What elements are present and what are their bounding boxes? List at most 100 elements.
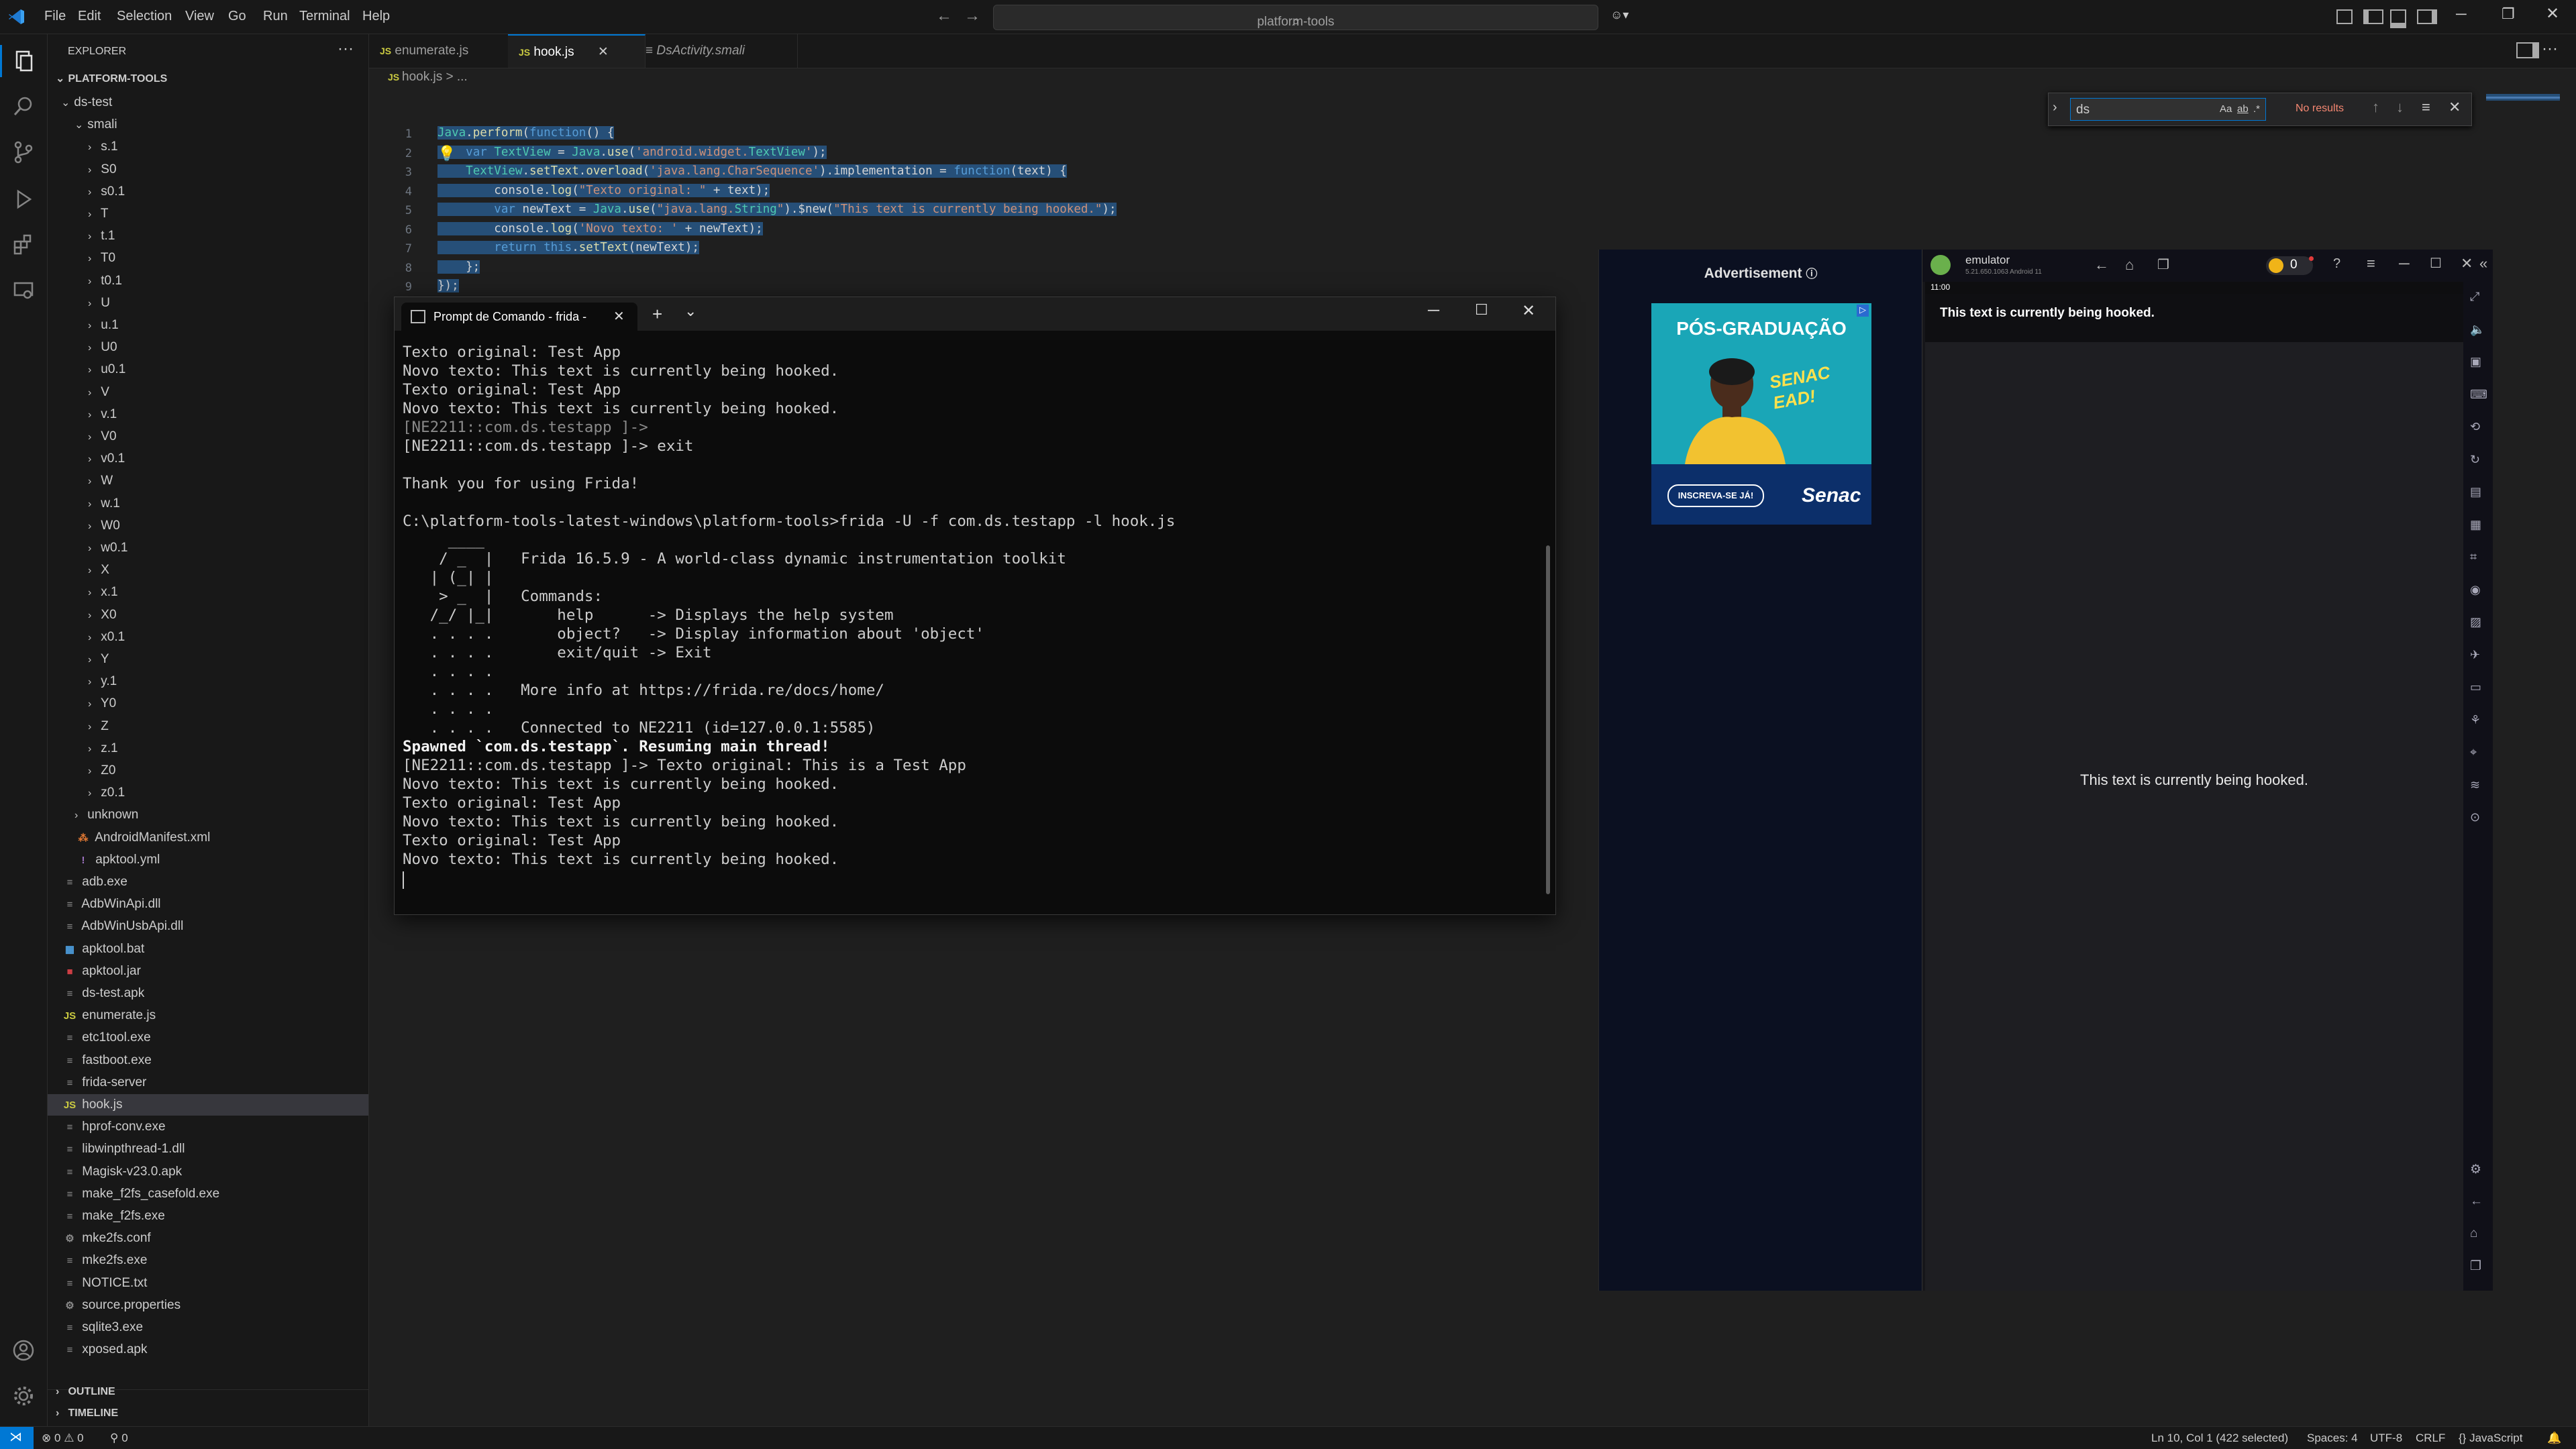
file-item[interactable]: ≡ sqlite3.exe (48, 1317, 368, 1338)
file-item[interactable]: ≡ ds-test.apk (48, 983, 368, 1004)
layout-controls-icon[interactable] (2336, 9, 2353, 24)
back-arrow-icon[interactable]: ← (936, 7, 952, 25)
folder-item[interactable]: › U0 (48, 337, 368, 358)
settings-gear-icon[interactable] (10, 1383, 37, 1409)
ad-banner[interactable]: ▷ PÓS-GRADUAÇÃO SENAC EAD! INSCREVA-SE J… (1651, 303, 1871, 525)
recent-apps-icon[interactable]: ❐ (2470, 1258, 2481, 1274)
folder-item[interactable]: › Z0 (48, 760, 368, 782)
file-item[interactable]: ⚙ source.properties (48, 1295, 368, 1316)
folder-item[interactable]: › Y (48, 649, 368, 670)
more-actions-icon[interactable]: ··· (338, 40, 354, 58)
tab-close-icon[interactable]: ✕ (598, 45, 609, 59)
tab-dropdown-icon[interactable]: ⌄ (684, 303, 697, 320)
folder-item[interactable]: › u0.1 (48, 359, 368, 380)
editor-more-icon[interactable]: ··· (2542, 40, 2558, 58)
install-apk-icon[interactable]: ▤ (2470, 485, 2481, 499)
cursor-position[interactable]: Ln 10, Col 1 (422 selected) (2151, 1432, 2288, 1445)
ports-indicator[interactable]: ⚲ 0 (110, 1432, 128, 1445)
close-find-icon[interactable]: ✕ (2449, 99, 2461, 116)
lightbulb-icon[interactable]: 💡 (437, 145, 456, 162)
folder-item[interactable]: › unknown (48, 804, 368, 826)
file-item[interactable]: JS hook.js (48, 1094, 368, 1116)
folder-item[interactable]: › Y0 (48, 693, 368, 714)
home-icon[interactable]: ⌂ (2125, 256, 2134, 274)
remote-explorer-icon[interactable] (10, 277, 37, 304)
extensions-icon[interactable] (10, 231, 37, 258)
toggle-panel-icon[interactable] (2390, 9, 2406, 28)
file-item[interactable]: ≡ etc1tool.exe (48, 1027, 368, 1049)
settings-icon[interactable]: ⚙ (2470, 1162, 2481, 1177)
back-icon[interactable]: ← (2094, 256, 2109, 274)
folder-item[interactable]: › u.1 (48, 315, 368, 336)
file-item[interactable]: ≡ fastboot.exe (48, 1050, 368, 1071)
ad-choices-icon[interactable]: ▷ (1857, 305, 1869, 317)
folder-item[interactable]: › T (48, 203, 368, 225)
remote-indicator[interactable]: ⋊ (0, 1427, 34, 1449)
indentation[interactable]: Spaces: 4 (2307, 1432, 2358, 1445)
regex-icon[interactable]: .* (2253, 103, 2260, 115)
recent-apps-icon[interactable]: ❐ (2157, 256, 2169, 273)
menu-run[interactable]: Run (263, 9, 288, 24)
record-icon[interactable]: ◉ (2470, 583, 2481, 597)
folder-item[interactable]: › Z (48, 716, 368, 737)
coins-badge[interactable]: 0 (2266, 256, 2314, 275)
folder-item[interactable]: › X (48, 559, 368, 581)
airplane-icon[interactable]: ✈ (2470, 648, 2480, 662)
folder-item[interactable]: › T0 (48, 248, 368, 269)
file-item[interactable]: ⁂ AndroidManifest.xml (48, 827, 368, 849)
toggle-replace-icon[interactable]: › (2053, 100, 2057, 115)
folder-item[interactable]: › w.1 (48, 493, 368, 515)
file-item[interactable]: ≡ make_f2fs_casefold.exe (48, 1183, 368, 1205)
folder-item[interactable]: › W (48, 470, 368, 492)
files-icon[interactable]: ▭ (2470, 680, 2481, 694)
keyboard-icon[interactable]: ⌨ (2470, 388, 2487, 402)
menu-help[interactable]: Help (362, 9, 390, 24)
ad-cta-button[interactable]: INSCREVA-SE JÁ! (1667, 484, 1764, 507)
file-item[interactable]: ≡ xposed.apk (48, 1339, 368, 1360)
copilot-icon[interactable]: ☺▾ (1610, 8, 1631, 24)
folder-item[interactable]: ⌄ smali (48, 114, 368, 136)
problems-indicator[interactable]: ⊗ 0 ⚠ 0 (42, 1432, 84, 1445)
tab-close-icon[interactable]: ✕ (613, 308, 625, 325)
file-item[interactable]: ≡ NOTICE.txt (48, 1273, 368, 1294)
image-icon[interactable]: ▨ (2470, 615, 2481, 629)
back-icon[interactable]: ← (2470, 1194, 2483, 1209)
file-item[interactable]: ≡ libwinpthread-1.dll (48, 1138, 368, 1160)
media-icon[interactable]: ▣ (2470, 355, 2481, 369)
file-item[interactable]: ⚙ mke2fs.conf (48, 1228, 368, 1249)
location-icon[interactable]: ⌖ (2470, 745, 2477, 759)
folder-item[interactable]: › s0.1 (48, 181, 368, 203)
explorer-icon[interactable] (10, 48, 37, 74)
folder-item[interactable]: › w0.1 (48, 537, 368, 559)
restore-icon[interactable]: ❐ (2502, 5, 2515, 23)
match-case-icon[interactable]: Aa (2220, 103, 2232, 115)
eco-mode-icon[interactable]: ⚘ (2470, 713, 2481, 727)
file-item[interactable]: ! apktool.yml (48, 849, 368, 871)
encoding[interactable]: UTF-8 (2370, 1432, 2402, 1445)
folder-item[interactable]: › U (48, 292, 368, 314)
macro-icon[interactable]: ⊙ (2470, 810, 2480, 824)
folder-item[interactable]: › X0 (48, 604, 368, 626)
notifications-bell-icon[interactable]: 🔔 (2547, 1432, 2561, 1445)
layers-icon[interactable]: ≋ (2470, 778, 2480, 792)
folder-item[interactable]: › V0 (48, 426, 368, 447)
file-item[interactable]: ■ apktool.jar (48, 961, 368, 982)
file-item[interactable]: ≡ make_f2fs.exe (48, 1205, 368, 1227)
folder-item[interactable]: › t.1 (48, 225, 368, 247)
folder-item[interactable]: › z0.1 (48, 782, 368, 804)
account-icon[interactable] (10, 1337, 37, 1364)
folder-item[interactable]: › x.1 (48, 582, 368, 603)
menu-view[interactable]: View (185, 9, 214, 24)
menu-icon[interactable]: ≡ (2367, 255, 2375, 272)
toggle-primary-sidebar-icon[interactable] (2363, 9, 2383, 24)
maximize-icon[interactable]: ☐ (1475, 301, 1488, 319)
whole-word-icon[interactable]: ab (2237, 103, 2249, 115)
outline-section[interactable]: › OUTLINE (56, 1386, 115, 1398)
screenshot-icon[interactable]: ⌗ (2470, 550, 2477, 564)
split-editor-icon[interactable] (2516, 42, 2539, 58)
file-item[interactable]: ≡ AdbWinUsbApi.dll (48, 916, 368, 937)
menu-go[interactable]: Go (228, 9, 246, 24)
folder-item[interactable]: › s.1 (48, 136, 368, 158)
file-item[interactable]: ≡ Magisk-v23.0.apk (48, 1161, 368, 1183)
folder-item[interactable]: ⌄ ds-test (48, 92, 368, 113)
